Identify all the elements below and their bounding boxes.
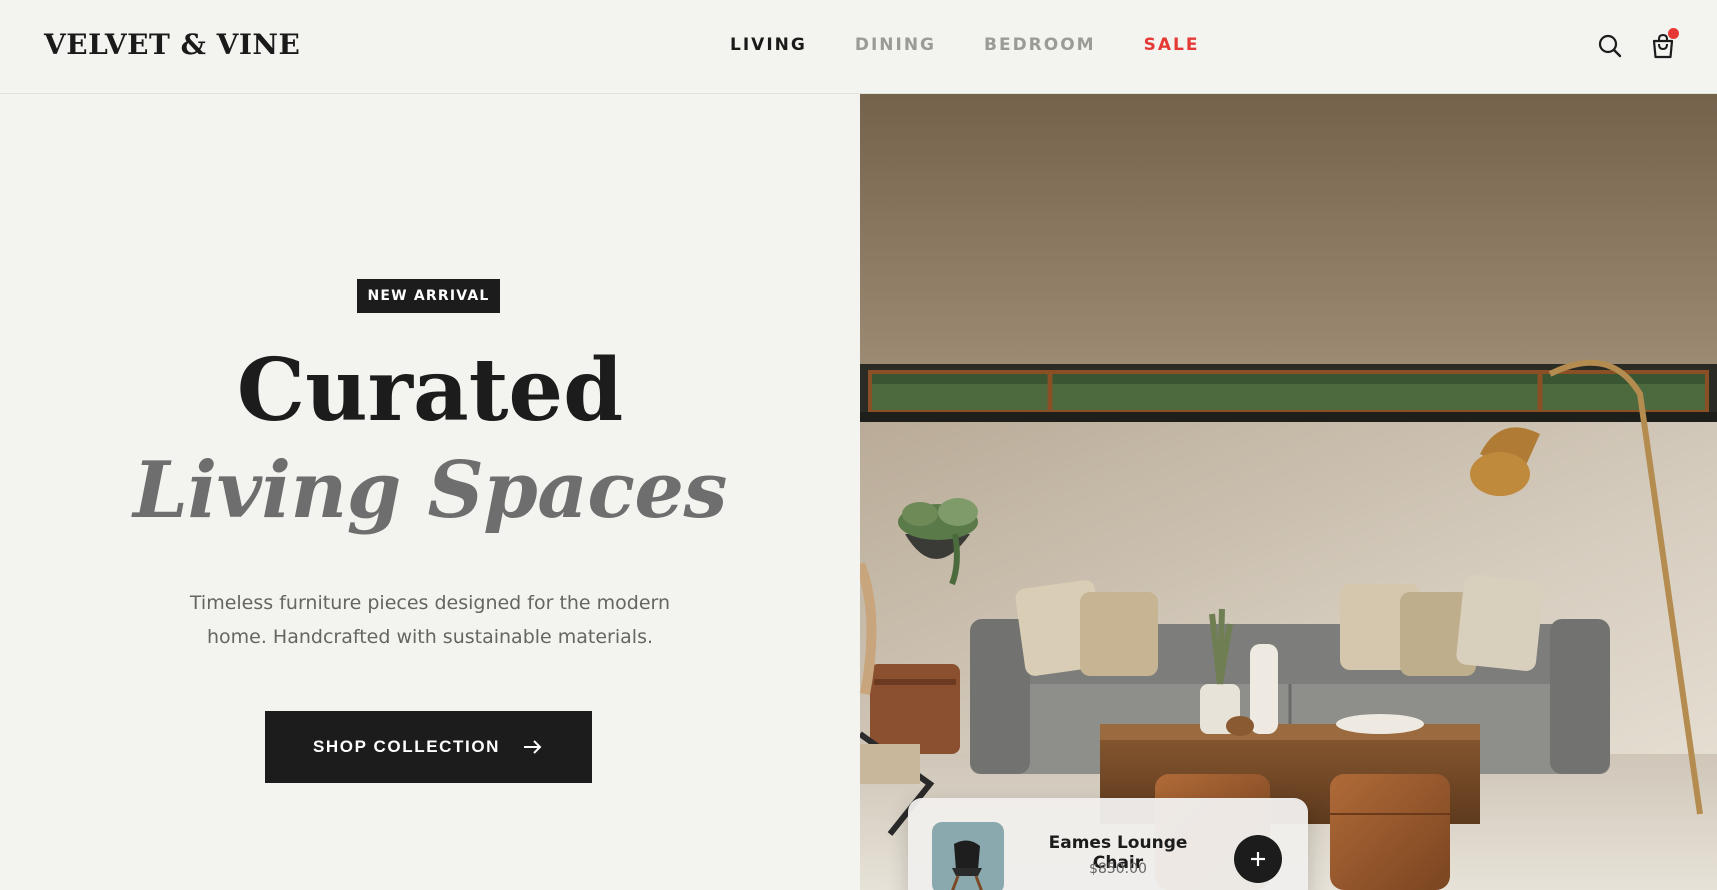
plus-icon [1251, 852, 1265, 866]
main-nav: LIVING DINING BEDROOM SALE [730, 35, 1199, 55]
new-arrival-badge: NEW ARRIVAL [357, 279, 500, 313]
cart-notification-dot [1668, 28, 1679, 39]
nav-item-sale[interactable]: SALE [1144, 35, 1200, 55]
add-to-cart-button[interactable] [1234, 835, 1282, 883]
living-room-illustration [860, 94, 1717, 890]
shop-collection-label: SHOP COLLECTION [312, 737, 501, 756]
brand-logo[interactable]: VELVET & VINE [44, 28, 300, 61]
nav-item-dining[interactable]: DINING [855, 35, 936, 55]
hero-living-room-image [860, 94, 1717, 890]
hero-subtitle-line2: home. Handcrafted with sustainable mater… [206, 626, 654, 648]
hero-subtitle: Timeless furniture pieces designed for t… [170, 586, 690, 654]
site-header: VELVET & VINE LIVING DINING BEDROOM SALE [0, 0, 1717, 94]
hero-title-line2: Living Spaces [133, 445, 727, 536]
featured-product-card[interactable]: Eames Lounge Chair $850.00 [908, 798, 1308, 890]
search-icon[interactable] [1596, 32, 1624, 60]
shop-collection-button[interactable]: SHOP COLLECTION [265, 711, 592, 783]
arrow-right-icon [524, 740, 542, 754]
hero-subtitle-line1: Timeless furniture pieces designed for t… [189, 592, 671, 614]
product-price: $850.00 [1089, 861, 1147, 877]
chair-image [951, 840, 983, 890]
nav-item-living[interactable]: LIVING [730, 35, 807, 55]
hero-title-line1: Curated [236, 340, 624, 441]
nav-item-bedroom[interactable]: BEDROOM [984, 35, 1096, 55]
product-thumbnail[interactable] [932, 822, 1004, 890]
